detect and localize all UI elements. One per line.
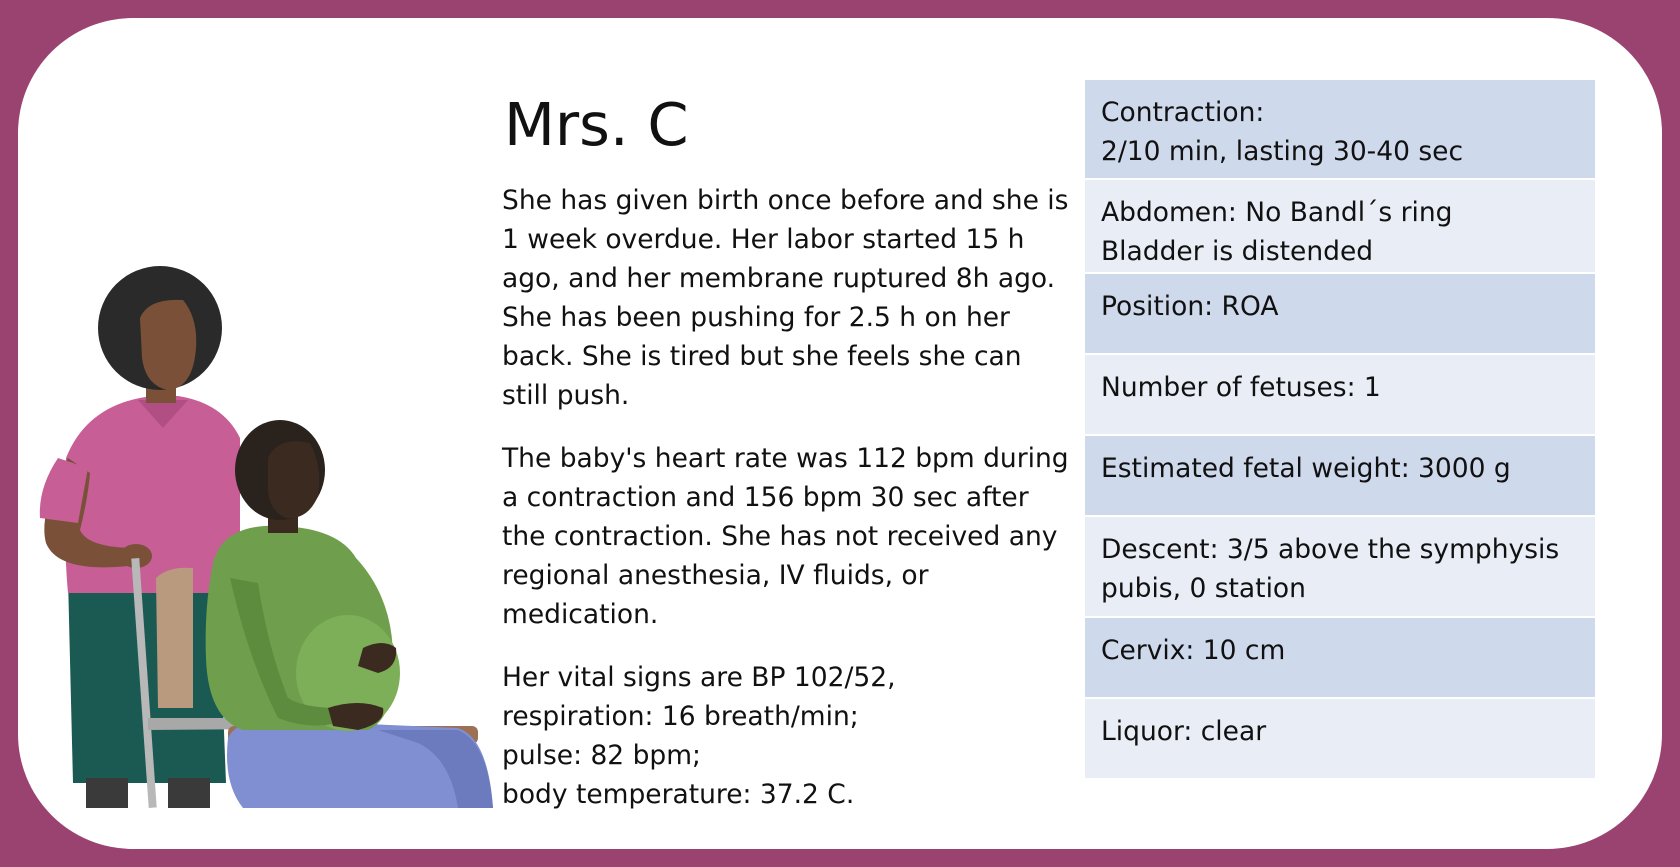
finding-label: Number of fetuses: 1 (1101, 372, 1381, 403)
findings-table: Contraction: 2/10 min, lasting 30-40 sec… (1085, 78, 1595, 780)
finding-label: Descent: 3/5 above the symphysis (1101, 534, 1560, 565)
finding-row-abdomen: Abdomen: No Bandl´s ring Bladder is dist… (1085, 180, 1595, 274)
patient-history: She has given birth once before and she … (502, 181, 1072, 814)
finding-row-position: Position: ROA (1085, 274, 1595, 355)
history-paragraph: She has given birth once before and she … (502, 185, 1069, 411)
patient-name-title: Mrs. C (504, 90, 689, 159)
finding-label: Contraction: (1101, 97, 1265, 128)
finding-label: Liquor: clear (1101, 716, 1267, 747)
finding-value: 2/10 min, lasting 30-40 sec (1101, 136, 1464, 167)
finding-value: Bladder is distended (1101, 236, 1374, 267)
finding-row-fetuses: Number of fetuses: 1 (1085, 355, 1595, 436)
finding-row-fetal-weight: Estimated fetal weight: 3000 g (1085, 436, 1595, 517)
vital-signs: Her vital signs are BP 102/52, respirati… (502, 658, 1072, 814)
finding-label: Abdomen: No Bandl´s ring (1101, 197, 1453, 228)
finding-row-liquor: Liquor: clear (1085, 699, 1595, 780)
finding-row-contraction: Contraction: 2/10 min, lasting 30-40 sec (1085, 80, 1595, 180)
vital-sign-line: respiration: 16 breath/min; (502, 701, 859, 732)
vital-sign-line: body temperature: 37.2 C. (502, 779, 855, 810)
vital-sign-line: Her vital signs are BP 102/52, (502, 662, 896, 693)
vital-sign-line: pulse: 82 bpm; (502, 740, 701, 771)
finding-label: Position: ROA (1101, 291, 1279, 322)
finding-label: Estimated fetal weight: 3000 g (1101, 453, 1511, 484)
case-card: Mrs. C She has given birth once before a… (18, 18, 1662, 849)
finding-value: pubis, 0 station (1101, 573, 1306, 604)
pregnant-woman-in-chair-illustration (205, 420, 493, 808)
finding-row-descent: Descent: 3/5 above the symphysis pubis, … (1085, 517, 1595, 618)
history-paragraph: The baby's heart rate was 112 bpm during… (502, 443, 1069, 630)
finding-label: Cervix: 10 cm (1101, 635, 1286, 666)
finding-row-cervix: Cervix: 10 cm (1085, 618, 1595, 699)
